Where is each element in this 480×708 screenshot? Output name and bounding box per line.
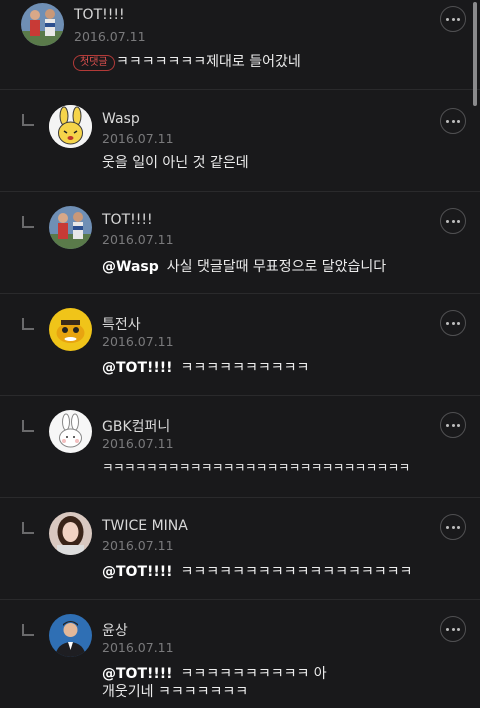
ellipsis-icon [445,525,449,529]
reply-arrow-icon [22,624,34,636]
scrollbar[interactable] [473,2,477,106]
comment-text: 웃을 일이 아닌 것 같은데 [102,155,249,171]
comment-date: 2016.07.11 [102,436,174,451]
ellipsis-icon [445,17,449,21]
more-options-button[interactable] [440,6,466,32]
comment-text: @TOT!!!! ㅋㅋㅋㅋㅋㅋㅋㅋㅋㅋ [102,357,309,379]
comment-text: @TOT!!!! ㅋㅋㅋㅋㅋㅋㅋㅋㅋㅋㅋㅋㅋㅋㅋㅋㅋㅋ [102,561,412,583]
comment-date: 2016.07.11 [102,538,174,553]
mention-link[interactable]: @TOT!!!! [102,360,173,376]
comment-thread: TOT!!!! 2016.07.11 첫댓글 ㅋㅋㅋㅋㅋㅋㅋ제대로 들어갔네 W… [0,0,480,708]
man-in-suit-avatar[interactable] [49,614,92,657]
reply-arrow-icon [22,420,34,432]
mention-link[interactable]: @TOT!!!! [102,564,173,580]
soccer-players-avatar[interactable] [21,3,64,46]
comment-date: 2016.07.11 [74,29,146,44]
reply-comment: GBK컴퍼니 2016.07.11 ㅋㅋㅋㅋㅋㅋㅋㅋㅋㅋㅋㅋㅋㅋㅋㅋㅋㅋㅋㅋㅋㅋ… [0,396,480,498]
ellipsis-icon [445,321,449,325]
reply-comment: 특전사 2016.07.11 @TOT!!!! ㅋㅋㅋㅋㅋㅋㅋㅋㅋㅋ [0,294,480,396]
reply-comment: TWICE MINA 2016.07.11 @TOT!!!! ㅋㅋㅋㅋㅋㅋㅋㅋㅋㅋ… [0,498,480,600]
more-options-button[interactable] [440,514,466,540]
mention-link[interactable]: @Wasp [102,259,159,275]
comment-date: 2016.07.11 [102,640,174,655]
comment-username[interactable]: 특전사 [102,314,141,334]
woman-portrait-avatar[interactable] [49,512,92,555]
more-options-button[interactable] [440,616,466,642]
mention-link[interactable]: @TOT!!!! [102,666,173,682]
ellipsis-icon [445,627,449,631]
yellow-cartoon-avatar[interactable] [49,308,92,351]
reply-comment: Wasp 2016.07.11 웃을 일이 아닌 것 같은데 [0,90,480,192]
reply-arrow-icon [22,114,34,126]
reply-comment: 윤상 2016.07.11 @TOT!!!! ㅋㅋㅋㅋㅋㅋㅋㅋㅋㅋ 아 개웃기네 … [0,600,480,708]
first-comment-badge: 첫댓글 [73,55,115,71]
comment-text: @Wasp 사실 댓글달때 무표정으로 달았습니다 [102,256,386,278]
ellipsis-icon [445,219,449,223]
more-options-button[interactable] [440,208,466,234]
comment-body: ㅋㅋㅋㅋㅋㅋㅋㅋㅋㅋ 아 [180,666,327,682]
comment-body: ㅋㅋㅋㅋㅋㅋㅋㅋㅋㅋㅋㅋㅋㅋㅋㅋㅋㅋ [180,564,413,580]
comment-date: 2016.07.11 [102,232,174,247]
comment-date: 2016.07.11 [102,131,174,146]
reply-comment: TOT!!!! 2016.07.11 @Wasp 사실 댓글달때 무표정으로 달았… [0,192,480,294]
ellipsis-icon [445,423,449,427]
white-rabbit-avatar[interactable] [49,410,92,453]
more-options-button[interactable] [440,412,466,438]
more-options-button[interactable] [440,310,466,336]
more-options-button[interactable] [440,108,466,134]
comment: TOT!!!! 2016.07.11 첫댓글 ㅋㅋㅋㅋㅋㅋㅋ제대로 들어갔네 [0,0,480,90]
comment-date: 2016.07.11 [102,334,174,349]
comment-text-line2: 개웃기네 ㅋㅋㅋㅋㅋㅋㅋ [102,684,249,700]
comment-text: ㅋㅋㅋㅋㅋㅋㅋㅋㅋㅋㅋㅋㅋㅋㅋㅋㅋㅋㅋㅋㅋㅋㅋㅋㅋㅋㅋㅋ [102,460,410,475]
comment-username[interactable]: 윤상 [102,620,128,640]
comment-username[interactable]: GBK컴퍼니 [102,416,170,436]
reply-arrow-icon [22,522,34,534]
comment-username[interactable]: TOT!!!! [74,7,125,23]
comment-username[interactable]: TOT!!!! [102,212,153,228]
comment-username[interactable]: Wasp [102,111,140,127]
reply-arrow-icon [22,318,34,330]
comment-body: 사실 댓글달때 무표정으로 달았습니다 [166,259,387,275]
reply-arrow-icon [22,216,34,228]
comment-username[interactable]: TWICE MINA [102,518,188,534]
comment-text: ㅋㅋㅋㅋㅋㅋㅋ제대로 들어갔네 [116,54,301,70]
yellow-rabbit-character-avatar[interactable] [49,105,92,148]
comment-body: ㅋㅋㅋㅋㅋㅋㅋㅋㅋㅋ [180,360,310,376]
soccer-players-avatar[interactable] [49,206,92,249]
ellipsis-icon [445,119,449,123]
